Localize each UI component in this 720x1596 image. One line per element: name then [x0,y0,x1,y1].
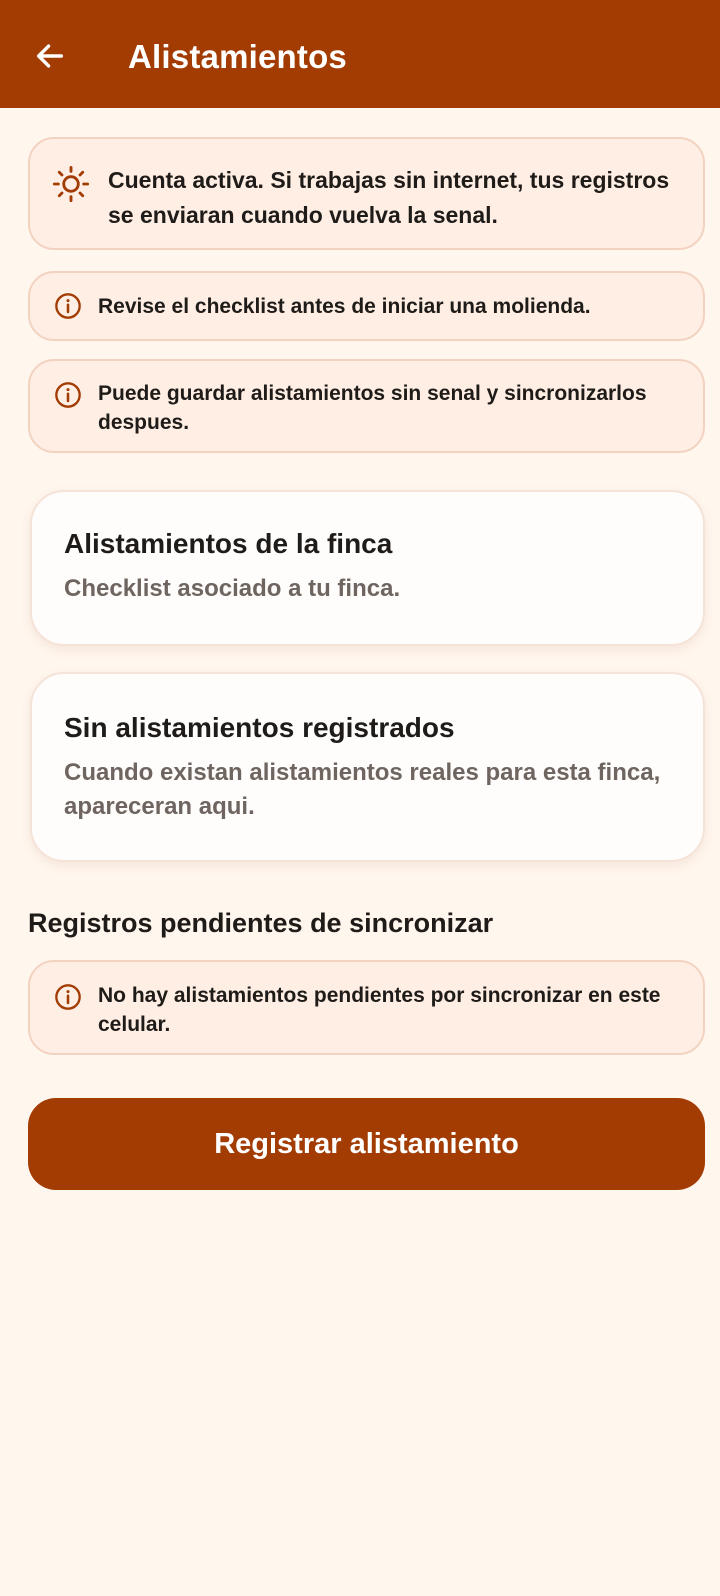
pending-sync-text: No hay alistamientos pendientes por sinc… [98,984,661,1036]
info-banner-text: Puede guardar alistamientos sin senal y … [98,382,647,434]
page-title: Alistamientos [128,38,347,75]
app-bar: Alistamientos [0,0,720,108]
info-banner-offline: Puede guardar alistamientos sin senal y … [28,359,705,453]
sun-icon [52,165,90,203]
account-status-text: Cuenta activa. Si trabajas sin internet,… [108,167,670,228]
pending-sync-banner: No hay alistamientos pendientes por sinc… [28,960,705,1055]
arrow-left-icon [36,44,64,68]
account-status-banner: Cuenta activa. Si trabajas sin internet,… [28,137,705,250]
card-title: Alistamientos de la finca [64,528,393,559]
info-circle-icon [54,292,82,320]
info-circle-icon [54,381,82,409]
info-banner-checklist: Revise el checklist antes de iniciar una… [28,271,705,341]
card-title: Sin alistamientos registrados [64,712,455,743]
farm-checklist-card: Alistamientos de la finca Checklist asoc… [30,490,705,646]
back-button[interactable] [28,34,72,78]
card-description: Cuando existan alistamientos reales para… [64,759,661,820]
empty-state-card: Sin alistamientos registrados Cuando exi… [30,672,705,862]
register-checklist-button[interactable]: Registrar alistamiento [28,1098,705,1190]
pending-section-heading: Registros pendientes de sincronizar [28,908,494,938]
info-circle-icon [54,983,82,1011]
card-description: Checklist asociado a tu finca. [64,575,401,602]
info-banner-text: Revise el checklist antes de iniciar una… [98,294,591,318]
